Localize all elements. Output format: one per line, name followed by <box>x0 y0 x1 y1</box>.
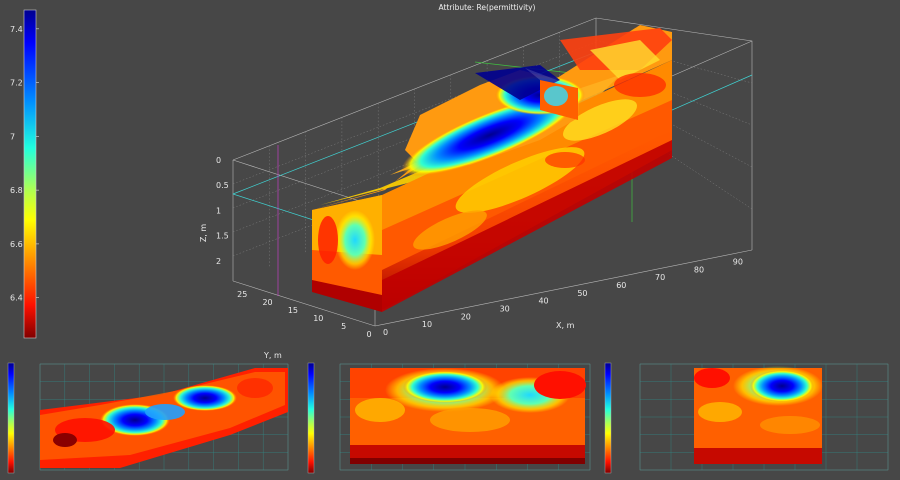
colorbar-tick-label: 7 <box>10 132 15 141</box>
x-tick-label: 20 <box>461 312 471 321</box>
volume-block <box>312 25 672 312</box>
visualization-canvas[interactable]: 7.4 7.2 7 6.8 6.6 6.4 Attribute: Re(permittiv… <box>0 0 900 480</box>
colorbar-tick-label: 6.8 <box>10 186 23 195</box>
x-tick-label: 30 <box>500 304 510 313</box>
z-tick-label: 0 <box>216 156 221 165</box>
y-tick-label: 20 <box>262 298 272 307</box>
x-tick-label: 80 <box>694 265 704 274</box>
x-tick-label: 50 <box>577 289 587 298</box>
x-axis-label: X, m <box>556 321 575 330</box>
z-tick-label: 0.5 <box>216 181 229 190</box>
y-tick-label: 15 <box>288 306 298 315</box>
colorbar-tick-label: 6.6 <box>10 240 23 249</box>
z-tick-label: 1 <box>216 206 221 215</box>
section-panel-1 <box>307 362 591 474</box>
colorbar-tick-label: 6.4 <box>10 294 23 303</box>
section-panel-2 <box>604 362 889 474</box>
colorbar-tick-label: 7.4 <box>10 25 23 34</box>
x-tick-label: 90 <box>733 257 743 266</box>
colorbar: 7.4 7.2 7 6.8 6.6 6.4 <box>10 9 39 339</box>
plan-view-panel: Y, m <box>7 351 289 474</box>
y-tick-label: 5 <box>341 322 346 331</box>
z-axis: 0 0.5 1 1.5 2 <box>216 156 229 266</box>
y-tick-label: 10 <box>313 314 323 323</box>
x-tick-label: 40 <box>538 297 548 306</box>
y-tick-label: 25 <box>237 290 247 299</box>
y-tick-label: 0 <box>366 330 371 339</box>
x-tick-label: 0 <box>383 328 388 337</box>
plan-view-y-label: Y, m <box>263 351 282 360</box>
x-tick-label: 70 <box>655 273 665 282</box>
colorbar-tick-label: 7.2 <box>10 79 23 88</box>
x-tick-label: 10 <box>422 320 432 329</box>
chart-title: Attribute: Re(permittivity) <box>439 3 536 12</box>
z-tick-label: 1.5 <box>216 232 229 241</box>
x-tick-label: 60 <box>616 281 626 290</box>
z-tick-label: 2 <box>216 257 221 266</box>
z-axis-label: Z, m <box>199 224 208 243</box>
